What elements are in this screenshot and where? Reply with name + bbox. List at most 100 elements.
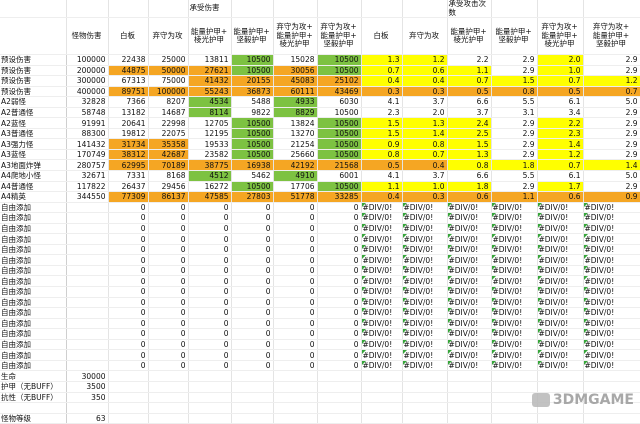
data-cell[interactable]: 2.4 <box>447 118 491 129</box>
error-cell[interactable]: #DIV/0! <box>447 202 491 213</box>
data-cell[interactable]: 5.5 <box>491 171 537 182</box>
data-cell[interactable]: 0.5 <box>361 160 402 171</box>
row-label[interactable]: 自由添加 <box>0 223 66 234</box>
data-cell[interactable]: 1.1 <box>361 181 402 192</box>
error-cell[interactable]: #DIV/0! <box>537 360 583 371</box>
error-cell[interactable]: #DIV/0! <box>583 234 640 245</box>
data-cell[interactable]: 0.4 <box>361 76 402 87</box>
header-cell[interactable] <box>537 0 583 18</box>
data-cell[interactable]: 1.0 <box>402 181 447 192</box>
data-cell[interactable]: 22438 <box>108 55 148 66</box>
data-cell[interactable]: 44875 <box>108 65 148 76</box>
stat-value[interactable]: 30000 <box>66 371 108 382</box>
data-cell[interactable]: 20641 <box>108 118 148 129</box>
data-cell[interactable]: 0 <box>108 234 148 245</box>
data-cell[interactable] <box>108 371 148 382</box>
data-cell[interactable]: 0 <box>273 223 317 234</box>
data-cell[interactable]: 7331 <box>108 171 148 182</box>
data-cell[interactable]: 0.4 <box>361 192 402 203</box>
data-cell[interactable]: 10500 <box>317 128 361 139</box>
data-cell[interactable]: 13270 <box>273 128 317 139</box>
data-cell[interactable]: 6.6 <box>447 97 491 108</box>
error-cell[interactable]: #DIV/0! <box>491 255 537 266</box>
data-cell[interactable]: 0 <box>231 318 273 329</box>
data-cell[interactable]: 0 <box>273 276 317 287</box>
data-cell[interactable]: 0.8 <box>361 149 402 160</box>
data-cell[interactable]: 6.1 <box>537 171 583 182</box>
data-cell[interactable]: 0 <box>231 265 273 276</box>
data-cell[interactable]: 0.8 <box>491 86 537 97</box>
data-cell[interactable]: 0 <box>188 329 231 340</box>
data-cell[interactable]: 0 <box>188 339 231 350</box>
error-cell[interactable]: #DIV/0! <box>447 213 491 224</box>
column-header[interactable]: 白板 <box>108 18 148 55</box>
data-cell[interactable]: 51778 <box>273 192 317 203</box>
data-cell[interactable]: 200000 <box>66 65 108 76</box>
data-cell[interactable] <box>66 297 108 308</box>
error-cell[interactable]: #DIV/0! <box>402 329 447 340</box>
error-cell[interactable]: #DIV/0! <box>447 350 491 361</box>
data-cell[interactable] <box>402 392 447 403</box>
data-cell[interactable] <box>66 234 108 245</box>
data-cell[interactable]: 0 <box>108 223 148 234</box>
data-cell[interactable]: 1.5 <box>361 128 402 139</box>
error-cell[interactable]: #DIV/0! <box>402 276 447 287</box>
error-cell[interactable]: #DIV/0! <box>447 255 491 266</box>
data-cell[interactable] <box>583 381 640 392</box>
row-label[interactable]: 自由添加 <box>0 329 66 340</box>
data-cell[interactable]: 2.5 <box>447 128 491 139</box>
data-cell[interactable]: 0 <box>231 360 273 371</box>
data-cell[interactable] <box>361 381 402 392</box>
data-cell[interactable]: 1.1 <box>447 65 491 76</box>
row-label[interactable]: 自由添加 <box>0 350 66 361</box>
data-cell[interactable]: 1.8 <box>491 160 537 171</box>
data-cell[interactable]: 0 <box>188 202 231 213</box>
data-cell[interactable] <box>231 413 273 424</box>
error-cell[interactable]: #DIV/0! <box>361 223 402 234</box>
error-cell[interactable]: #DIV/0! <box>583 255 640 266</box>
error-cell[interactable]: #DIV/0! <box>583 287 640 298</box>
error-cell[interactable]: #DIV/0! <box>537 297 583 308</box>
data-cell[interactable]: 4910 <box>273 171 317 182</box>
data-cell[interactable]: 0 <box>148 350 188 361</box>
data-cell[interactable] <box>108 413 148 424</box>
data-cell[interactable] <box>273 381 317 392</box>
data-cell[interactable]: 0 <box>108 329 148 340</box>
data-cell[interactable] <box>491 392 537 403</box>
data-cell[interactable]: 6.1 <box>537 97 583 108</box>
data-cell[interactable]: 170749 <box>66 149 108 160</box>
data-cell[interactable]: 0 <box>188 318 231 329</box>
data-cell[interactable]: 0 <box>317 329 361 340</box>
data-cell[interactable]: 5488 <box>231 97 273 108</box>
data-cell[interactable]: 1.5 <box>447 139 491 150</box>
column-header[interactable]: 怪物伤害 <box>66 18 108 55</box>
data-cell[interactable]: 0 <box>188 360 231 371</box>
error-cell[interactable]: #DIV/0! <box>537 339 583 350</box>
data-cell[interactable]: 10500 <box>231 65 273 76</box>
error-cell[interactable]: #DIV/0! <box>537 234 583 245</box>
data-cell[interactable] <box>66 223 108 234</box>
error-cell[interactable]: #DIV/0! <box>491 339 537 350</box>
data-cell[interactable]: 2.9 <box>583 139 640 150</box>
data-cell[interactable]: 10500 <box>231 181 273 192</box>
data-cell[interactable]: 31734 <box>108 139 148 150</box>
error-cell[interactable]: #DIV/0! <box>491 276 537 287</box>
error-cell[interactable]: #DIV/0! <box>447 223 491 234</box>
error-cell[interactable]: #DIV/0! <box>402 339 447 350</box>
error-cell[interactable]: #DIV/0! <box>361 244 402 255</box>
error-cell[interactable]: #DIV/0! <box>361 350 402 361</box>
group-header[interactable]: 承受伤害 <box>188 0 231 18</box>
column-header[interactable]: 白板 <box>361 18 402 55</box>
data-cell[interactable]: 0 <box>231 276 273 287</box>
data-cell[interactable] <box>66 318 108 329</box>
column-header[interactable]: 弃守为攻 <box>148 18 188 55</box>
data-cell[interactable]: 1.3 <box>361 55 402 66</box>
row-label[interactable]: A4爬地小怪 <box>0 171 66 182</box>
data-cell[interactable]: 60111 <box>273 86 317 97</box>
data-cell[interactable]: 0 <box>108 308 148 319</box>
data-cell[interactable]: 0 <box>148 297 188 308</box>
data-cell[interactable]: 0 <box>188 287 231 298</box>
data-cell[interactable]: 0 <box>188 244 231 255</box>
error-cell[interactable]: #DIV/0! <box>537 213 583 224</box>
data-cell[interactable] <box>66 265 108 276</box>
